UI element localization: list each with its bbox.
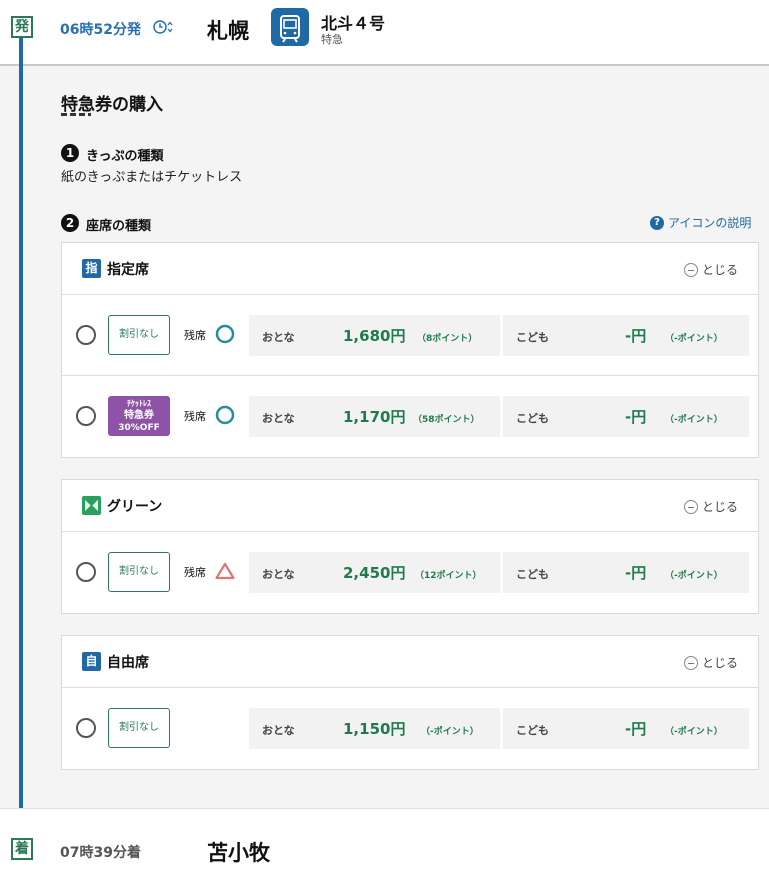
availability-label: 残席 [184, 410, 206, 423]
seat-card-green: グリーン とじる 割引なし 残席 おとな 2,450円 （12ポイント） こども… [61, 479, 759, 614]
close-label: とじる [701, 500, 738, 514]
train-type: 特急 [321, 33, 343, 46]
child-label: こども [516, 724, 549, 737]
adult-points: （58ポイント） [413, 415, 480, 425]
route-line [19, 38, 23, 840]
child-price: -円 [625, 327, 647, 345]
few-seats-triangle-icon [215, 562, 235, 580]
close-button[interactable]: とじる [683, 261, 738, 278]
child-price-box: こども -円 （-ポイント） [503, 552, 749, 593]
adult-points: （-ポイント） [421, 727, 479, 737]
train-icon [271, 8, 309, 46]
child-price-box: こども -円 （-ポイント） [503, 315, 749, 356]
help-link-label: アイコンの説明 [668, 216, 752, 230]
card-header: 指 指定席 とじる [62, 243, 758, 295]
child-price-box: こども -円 （-ポイント） [503, 708, 749, 749]
child-points: （-ポイント） [665, 571, 723, 581]
badge-line: 30%OFF [118, 423, 160, 433]
adult-points: （8ポイント） [417, 334, 478, 344]
child-price: -円 [625, 564, 647, 582]
fare-row: 割引なし 残席 おとな 1,680円 （8ポイント） こども -円 （-ポイント… [62, 295, 758, 376]
card-header: グリーン とじる [62, 480, 758, 532]
adult-price-box: おとな 1,170円 （58ポイント） [249, 396, 500, 437]
availability-label: 残席 [184, 566, 206, 579]
adult-label: おとな [262, 331, 295, 344]
help-icon: ? [650, 215, 664, 230]
seat-class-title: 指定席 [107, 262, 149, 278]
icon-help-link[interactable]: ? アイコンの説明 [650, 214, 751, 231]
badge-line: ﾁｹｯﾄﾚｽ [127, 399, 151, 408]
clock-sort-icon[interactable] [152, 18, 174, 36]
child-label: こども [516, 568, 549, 581]
fare-row: ﾁｹｯﾄﾚｽ 特急券 30%OFF 残席 おとな 1,170円 （58ポイント）… [62, 376, 758, 457]
fare-radio[interactable] [76, 718, 96, 738]
step2-number: 2 [61, 214, 79, 232]
fare-radio[interactable] [76, 325, 96, 345]
section-title: 特急券の購入 [61, 95, 163, 115]
minus-circle-icon [683, 262, 698, 277]
availability-label: 残席 [184, 329, 206, 342]
fare-radio[interactable] [76, 562, 96, 582]
minus-circle-icon [683, 499, 698, 514]
adult-price: 1,150円 [343, 720, 406, 738]
child-label: こども [516, 412, 549, 425]
child-label: こども [516, 331, 549, 344]
child-price: -円 [625, 408, 647, 426]
adult-points: （12ポイント） [415, 571, 482, 581]
arrival-station: 苫小牧 [207, 841, 270, 865]
adult-label: おとな [262, 568, 295, 581]
close-label: とじる [701, 656, 738, 670]
seat-class-title: 自由席 [107, 655, 149, 671]
discount-label: 割引なし [108, 708, 170, 748]
arrival-footer: 07時39分着 苫小牧 [0, 808, 769, 874]
close-button[interactable]: とじる [683, 498, 738, 515]
adult-price-box: おとな 1,680円 （8ポイント） [249, 315, 500, 356]
available-circle-icon [215, 324, 235, 344]
step2-label: 座席の種類 [86, 219, 152, 234]
adult-price: 2,450円 [343, 564, 406, 582]
ticketless-discount-badge: ﾁｹｯﾄﾚｽ 特急券 30%OFF [108, 396, 170, 436]
child-points: （-ポイント） [665, 727, 723, 737]
badge-line: 特急券 [124, 410, 154, 421]
adult-price: 1,680円 [343, 327, 406, 345]
title-decoration [61, 113, 91, 116]
departure-station: 札幌 [207, 19, 249, 43]
close-button[interactable]: とじる [683, 654, 738, 671]
close-label: とじる [701, 263, 738, 277]
fare-row: 割引なし 残席 おとな 2,450円 （12ポイント） こども -円 （-ポイン… [62, 532, 758, 613]
seat-card-non-reserved: 自 自由席 とじる 割引なし おとな 1,150円 （-ポイント） こども -円… [61, 635, 759, 770]
adult-label: おとな [262, 412, 295, 425]
discount-label: 割引なし [108, 315, 170, 355]
departure-badge: 発 [11, 16, 33, 38]
discount-label: 割引なし [108, 552, 170, 592]
child-points: （-ポイント） [665, 334, 723, 344]
adult-price-box: おとな 1,150円 （-ポイント） [249, 708, 500, 749]
fare-row: 割引なし おとな 1,150円 （-ポイント） こども -円 （-ポイント） [62, 688, 758, 769]
minus-circle-icon [683, 655, 698, 670]
arrival-time: 07時39分着 [60, 845, 141, 861]
adult-price: 1,170円 [343, 408, 406, 426]
arrival-badge: 着 [11, 838, 33, 860]
step1-label: きっぷの種類 [86, 149, 164, 164]
card-header: 自 自由席 とじる [62, 636, 758, 688]
seat-class-title: グリーン [107, 499, 163, 515]
non-reserved-seat-icon: 自 [82, 652, 101, 671]
available-circle-icon [215, 405, 235, 425]
departure-header: 発 06時52分発 札幌 北斗４号 特急 [0, 0, 769, 66]
reserved-seat-icon: 指 [82, 259, 101, 278]
child-price: -円 [625, 720, 647, 738]
child-price-box: こども -円 （-ポイント） [503, 396, 749, 437]
fare-radio[interactable] [76, 406, 96, 426]
adult-price-box: おとな 2,450円 （12ポイント） [249, 552, 500, 593]
departure-time: 06時52分発 [60, 22, 141, 38]
child-points: （-ポイント） [665, 415, 723, 425]
green-car-icon [82, 496, 101, 515]
adult-label: おとな [262, 724, 295, 737]
step1-number: 1 [61, 144, 79, 162]
ticket-type-value: 紙のきっぷまたはチケットレス [61, 170, 243, 185]
seat-card-reserved: 指 指定席 とじる 割引なし 残席 おとな 1,680円 （8ポイント） こども… [61, 242, 759, 458]
